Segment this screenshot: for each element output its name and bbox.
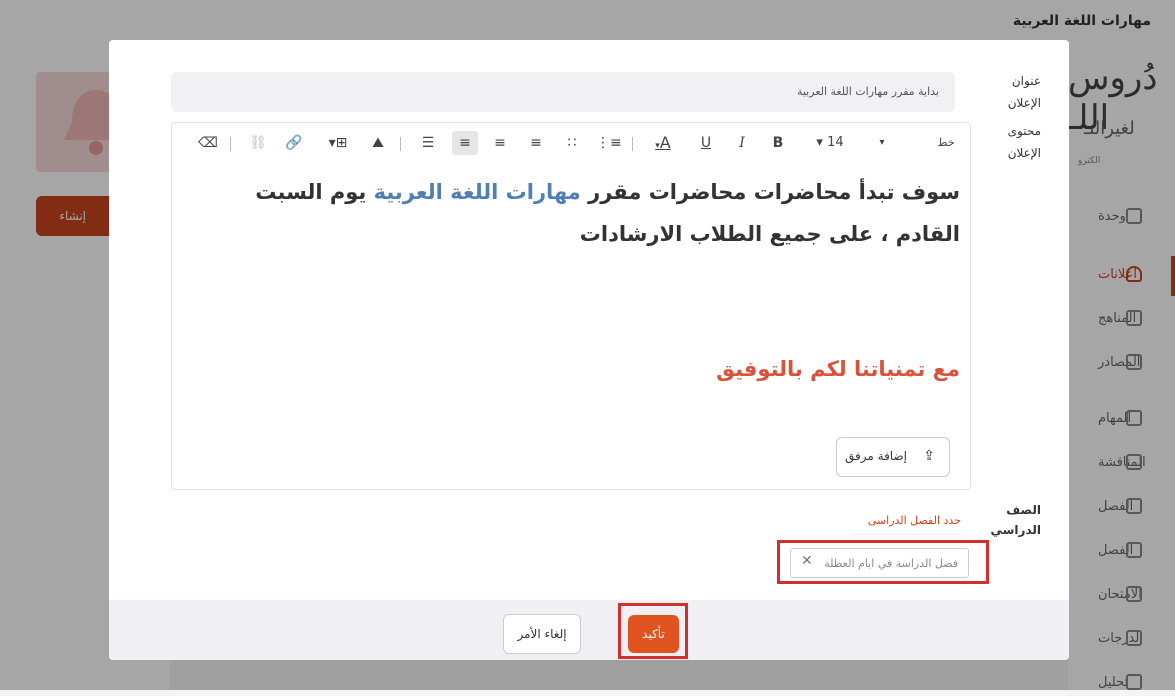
rich-text-editor[interactable]: خط ▾ ▾ 14 B I U ▾A ⋮≡ ∷ ≡ ≡ ≡ ☰ ⛰ ▾⊞ 🔗 ⛓… (171, 122, 971, 490)
font-family-dropdown-icon[interactable]: ▾ (872, 131, 892, 155)
eraser-icon[interactable]: ⌫ (196, 131, 220, 155)
editor-paragraph: سوف تبدأ محاضرات محاضرات مقرر مهارات الل… (255, 180, 960, 246)
list-options-icon[interactable]: ⋮≡ (596, 131, 622, 155)
class-label: الصف الدراسي (990, 503, 1041, 537)
title-input[interactable]: بداية مقرر مهارات اللغة العربية (171, 72, 955, 112)
underline-button[interactable]: U (694, 131, 718, 155)
content-label: محتوى الإعلان (1007, 124, 1041, 160)
close-icon[interactable]: ✕ (801, 553, 813, 569)
italic-button[interactable]: I (730, 131, 754, 155)
toolbar-separator (632, 137, 633, 151)
editor-toolbar: خط ▾ ▾ 14 B I U ▾A ⋮≡ ∷ ≡ ≡ ≡ ☰ ⛰ ▾⊞ 🔗 ⛓… (172, 123, 970, 163)
dialog-footer (109, 600, 1069, 660)
table-icon[interactable]: ▾⊞ (322, 131, 354, 155)
upload-icon: ⇪ (923, 448, 935, 464)
class-select-hint[interactable]: حدد الفصل الدراسى (851, 508, 961, 535)
align-right-icon[interactable]: ≡ (452, 131, 478, 155)
cancel-button[interactable]: إلغاء الأمر (503, 614, 581, 654)
unlink-icon[interactable]: ⛓ (246, 131, 270, 155)
bold-button[interactable]: B (766, 131, 790, 155)
font-size-select[interactable]: ▾ 14 (808, 131, 852, 155)
align-left-icon[interactable]: ≡ (524, 131, 548, 155)
announcement-dialog: عنوان الإعلان بداية مقرر مهارات اللغة ال… (109, 40, 1069, 660)
bullet-list-icon[interactable]: ∷ (560, 131, 584, 155)
font-family-select[interactable]: خط (936, 131, 956, 155)
toolbar-separator (230, 137, 231, 151)
image-icon[interactable]: ⛰ (366, 131, 390, 155)
editor-content[interactable]: سوف تبدأ محاضرات محاضرات مقرر مهارات الل… (200, 171, 960, 381)
toolbar-separator (400, 137, 401, 151)
confirm-button[interactable]: تأكيد (628, 615, 679, 653)
selected-class-tag[interactable]: فصل الدراسة في ايام العطلة ✕ (790, 548, 969, 578)
link-icon[interactable]: 🔗 (282, 131, 306, 155)
title-label: عنوان الإعلان (1007, 74, 1041, 110)
add-attachment-button[interactable]: ⇪ إضافة مرفق (836, 437, 950, 477)
align-justify-icon[interactable]: ☰ (416, 131, 440, 155)
editor-closing-line: مع تمنياتنا لكم بالتوفيق (716, 357, 960, 381)
text-color-button[interactable]: ▾A (648, 131, 678, 155)
align-center-icon[interactable]: ≡ (488, 131, 512, 155)
